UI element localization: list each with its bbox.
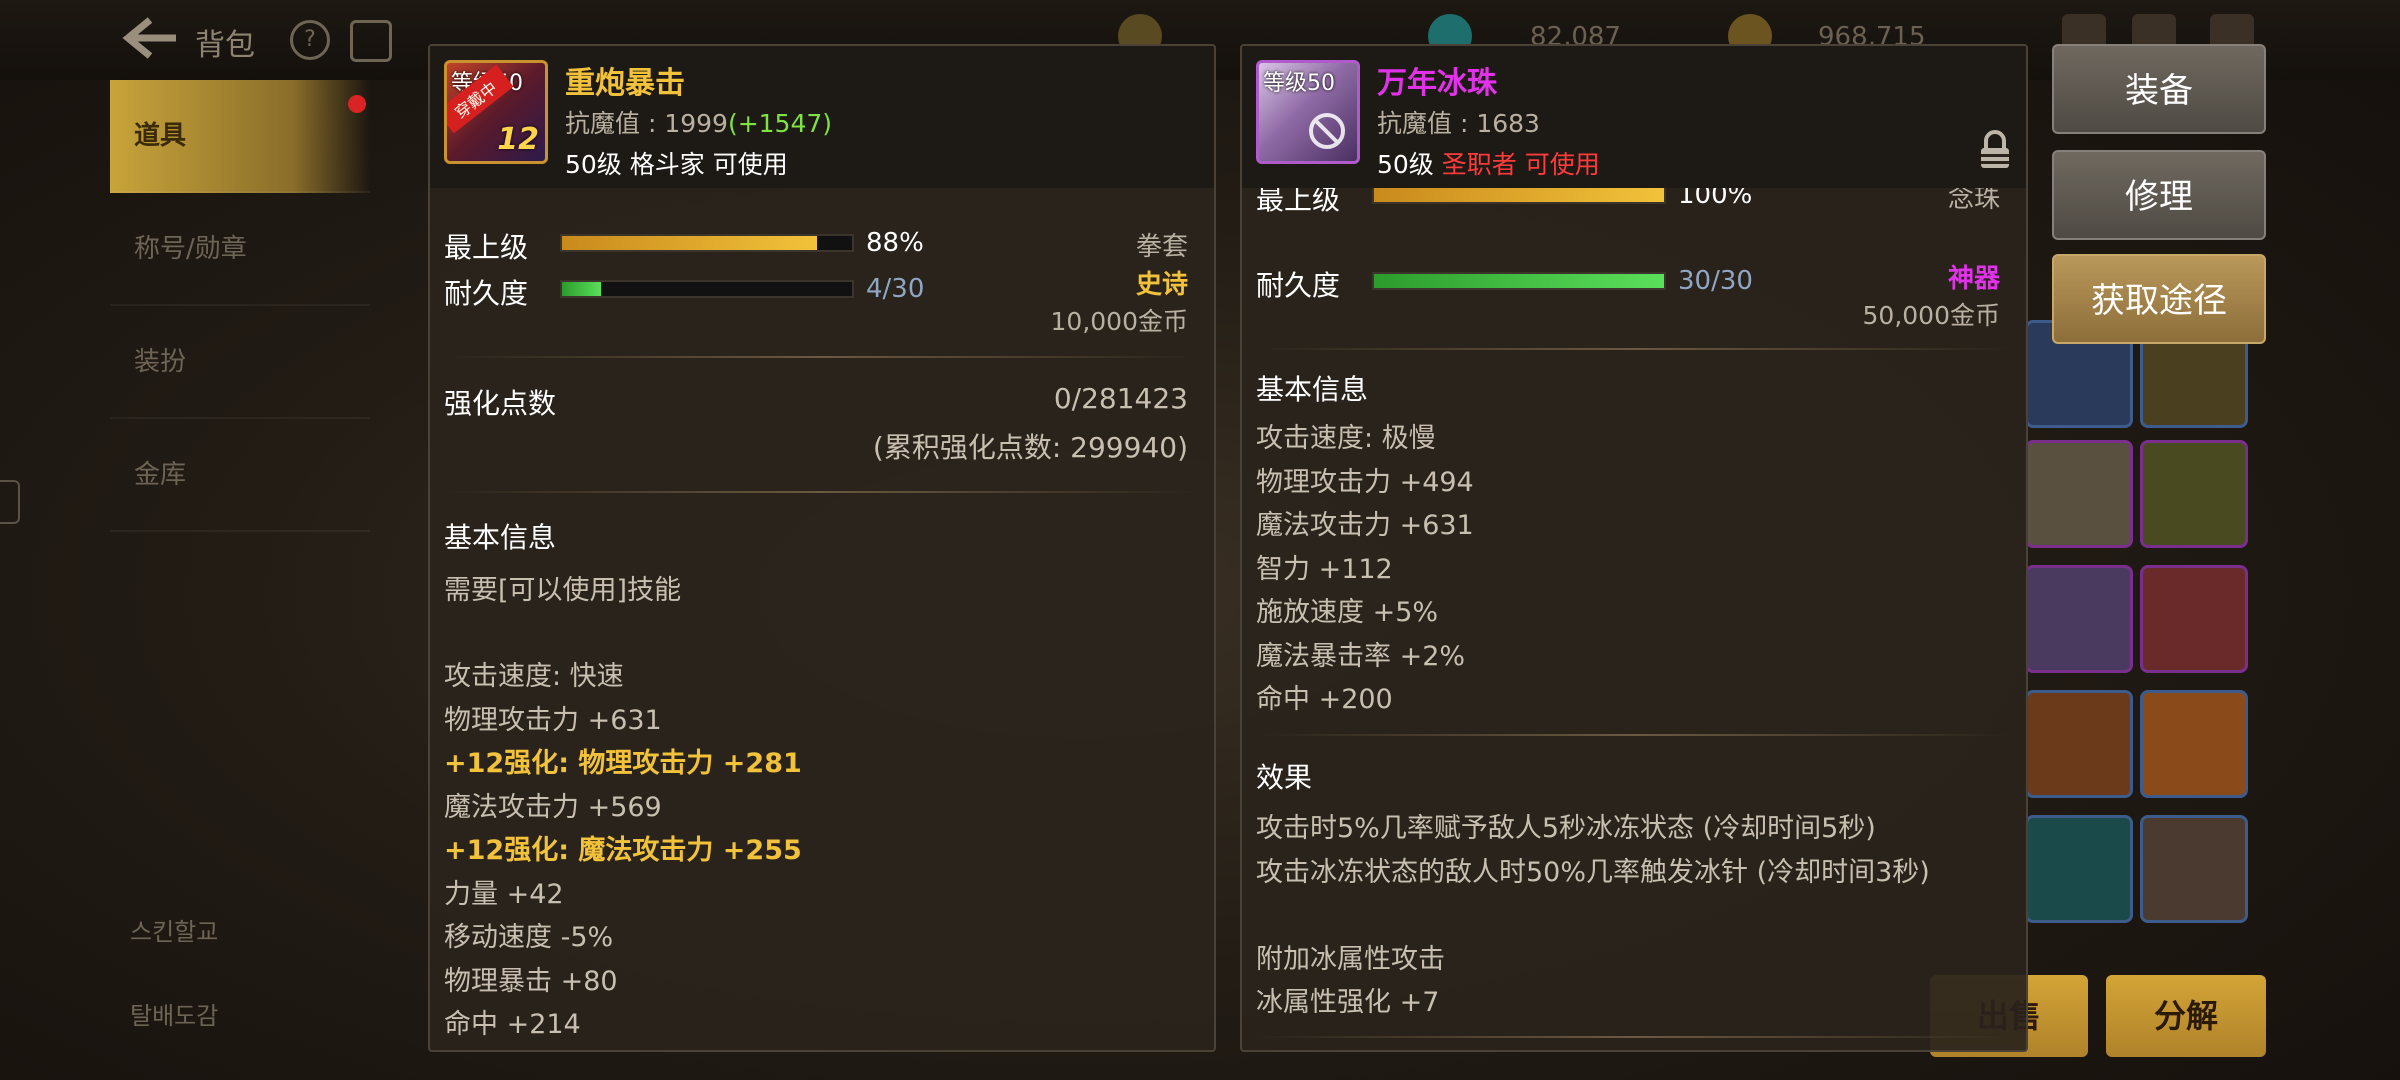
inventory-slot[interactable] <box>2025 690 2133 798</box>
sidebar-item-items[interactable]: 道具 <box>110 80 370 193</box>
stat-line: 冰属性强化 +7 <box>1256 987 1440 1018</box>
stat-line: 命中 +214 <box>444 1009 581 1040</box>
stat-line: 物理暴击 +80 <box>444 965 618 997</box>
sort-icon[interactable] <box>350 20 392 62</box>
equip-button[interactable]: 装备 <box>2052 44 2266 134</box>
inventory-slot[interactable] <box>2025 440 2133 548</box>
stat-line: 攻击速度: 极慢 <box>1256 423 1436 454</box>
stat-line: 攻击速度: 快速 <box>444 661 624 692</box>
stat-line: 移动速度 -5% <box>444 922 614 953</box>
item-tooltip-left: 等级50 穿戴中 12 重炮暴击 抗魔值 : 1999(+1547) 50级 格… <box>428 44 1216 1052</box>
stat-line: 魔法暴击率 +2% <box>1256 640 1466 672</box>
divider <box>1256 734 2012 736</box>
expand-tab[interactable] <box>0 480 20 524</box>
inventory-slot[interactable] <box>2140 440 2248 548</box>
enhance-level: 12 <box>497 122 539 157</box>
durability-bar <box>1372 272 1666 290</box>
notification-dot <box>348 95 366 113</box>
stat-line: 智力 +112 <box>1256 553 1393 585</box>
grade-bar <box>560 234 854 252</box>
grade-label: 最上级 <box>444 231 529 264</box>
stat-line: 攻击冰冻状态的敌人时50%几率触发冰针 (冷却时间3秒) <box>1256 856 1930 888</box>
inventory-slot[interactable] <box>2025 815 2133 923</box>
rarity: 神器 <box>1947 264 2000 294</box>
enhance-total: (累积强化点数: 299940) <box>872 431 1188 464</box>
durability-label: 耐久度 <box>444 277 529 310</box>
stat-line: 魔法攻击力 +569 <box>444 791 662 823</box>
grade-bar <box>1372 186 1666 204</box>
item-type: 拳套 <box>1135 232 1188 262</box>
durability-bar <box>560 280 854 298</box>
stat-line: 施放速度 +5% <box>1256 597 1439 628</box>
section-title: 效果 <box>1256 761 1313 794</box>
back-arrow-icon[interactable] <box>120 16 180 60</box>
help-icon[interactable]: ? <box>290 20 330 60</box>
price: 50,000金币 <box>1862 301 2000 330</box>
resist-value: 抗魔值 : 1683 <box>1377 109 1540 138</box>
inventory-slot[interactable] <box>2025 565 2133 673</box>
stat-line: +12强化: 物理攻击力 +281 <box>444 748 802 779</box>
obtain-route-button[interactable]: 获取途径 <box>2052 254 2266 344</box>
requirement-class: 圣职者 可使用 <box>1441 150 1600 179</box>
section-title: 基本信息 <box>1256 373 1369 406</box>
stat-line: 物理攻击力 +631 <box>444 704 662 736</box>
resist-bonus: (+1547) <box>727 109 833 138</box>
section-title: 基本信息 <box>444 521 557 554</box>
disassemble-button[interactable]: 分解 <box>2106 975 2266 1057</box>
page-title: 背包 <box>195 28 255 63</box>
stat-line: 命中 +200 <box>1256 684 1393 715</box>
inventory-slot[interactable] <box>2140 815 2248 923</box>
divider <box>444 491 1200 493</box>
stat-line: 附加冰属性攻击 <box>1256 943 1445 975</box>
sidebar-item-avatar[interactable]: 装扮 <box>110 306 370 419</box>
divider <box>1256 1036 2012 1038</box>
price: 10,000金币 <box>1050 307 1188 336</box>
resist-value: 抗魔值 : 1999(+1547) <box>565 109 833 138</box>
inventory-slot[interactable] <box>2140 565 2248 673</box>
sidebar-item-vault[interactable]: 金库 <box>110 419 370 532</box>
stat-line: 攻击时5%几率赋予敌人5秒冰冻状态 (冷却时间5秒) <box>1256 813 1876 844</box>
item-name: 重炮暴击 <box>565 66 685 101</box>
stat-line: 魔法攻击力 +631 <box>1256 510 1474 541</box>
sidebar-bottom-item[interactable]: 탈배도감 <box>130 996 218 1031</box>
durability-label: 耐久度 <box>1256 269 1341 302</box>
inventory-slot[interactable] <box>2140 690 2248 798</box>
item-name: 万年冰珠 <box>1377 66 1497 101</box>
unusable-icon <box>1309 113 1345 149</box>
stat-line: +12强化: 魔法攻击力 +255 <box>444 835 802 866</box>
enhance-value: 0/281423 <box>1053 382 1188 415</box>
stat-line: 力量 +42 <box>444 878 564 910</box>
item-icon: 等级50 <box>1256 60 1360 164</box>
item-tooltip-right: 最上级 100% 念珠 等级50 万年冰珠 抗魔值 : 1683 50级 圣职者… <box>1240 44 2028 1052</box>
divider <box>1256 348 2012 350</box>
item-icon: 等级50 穿戴中 12 <box>444 60 548 164</box>
sidebar-item-titles[interactable]: 称号/勋章 <box>110 193 370 306</box>
divider <box>444 356 1200 358</box>
grade-value: 88% <box>866 228 924 258</box>
repair-button[interactable]: 修理 <box>2052 150 2266 240</box>
rarity: 史诗 <box>1135 270 1188 300</box>
skill-requirement: 需要[可以使用]技能 <box>444 575 682 606</box>
requirement: 50级 圣职者 可使用 <box>1377 150 1600 179</box>
sidebar-bottom-item[interactable]: 스킨할교 <box>130 912 218 947</box>
sidebar: 道具 称号/勋章 装扮 金库 <box>110 80 370 532</box>
stat-line: 物理攻击力 +494 <box>1256 466 1474 498</box>
icon-level: 等级50 <box>1263 71 1335 96</box>
lock-icon[interactable] <box>1978 130 2012 170</box>
durability-value: 30/30 <box>1678 266 1753 296</box>
enhance-label: 强化点数 <box>444 387 557 420</box>
durability-value: 4/30 <box>866 274 925 304</box>
requirement: 50级 格斗家 可使用 <box>565 150 788 179</box>
